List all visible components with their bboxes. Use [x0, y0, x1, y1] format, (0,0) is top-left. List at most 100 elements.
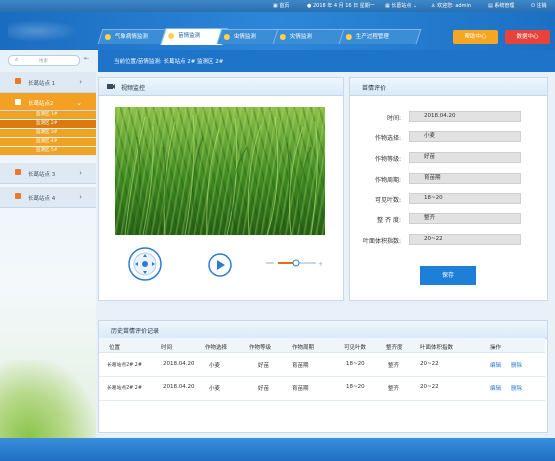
house-icon [15, 78, 21, 84]
sidebar-item-site-3[interactable]: 长葛站点 3 › [0, 163, 96, 184]
cell-crop: 小麦 [209, 386, 221, 392]
sidebar-item-site-1[interactable]: 长葛站点 1 › [0, 72, 96, 93]
column-header-actions: 操作 [490, 345, 502, 351]
lai-label: 叶面体积指数: [362, 238, 401, 245]
footer-bar [0, 438, 555, 461]
video-panel-header: 视频监控 [99, 78, 343, 96]
time-field[interactable]: 2018.04.20 [409, 111, 521, 122]
help-center-button[interactable]: 帮助中心 [453, 30, 498, 44]
column-header-grade: 作物等级 [249, 345, 272, 351]
zoom-slider[interactable]: + [266, 258, 322, 268]
column-header-crop: 作物选择 [205, 345, 228, 351]
home-label: 首页 [279, 3, 290, 9]
top-status-bar: ▣ 首页 ● 2018 年 4 月 16 日 星期一 ▦ 长葛站点 ⌄ ♙ 欢迎… [0, 0, 555, 12]
history-panel-header: 历史苗情评价记录 [99, 321, 547, 339]
leaves-field[interactable]: 18~20 [409, 193, 521, 204]
tab-insect-icon [223, 34, 230, 40]
sidebar-subitem[interactable]: 监测区 3# [0, 129, 96, 137]
column-header-period: 作物周期 [292, 345, 315, 351]
camera-icon [107, 84, 115, 89]
period-select[interactable]: 育苗期 [409, 173, 521, 184]
tab-disaster-label: 灾情监测 [289, 34, 312, 40]
crop-select[interactable]: 小麦 [409, 131, 521, 142]
house-icon [15, 169, 21, 175]
sidebar-item-label: 长葛站点 4 [28, 196, 56, 202]
sidebar-subitem[interactable]: 监测区 5# [0, 147, 96, 155]
column-header-lai: 叶面体积指数 [420, 345, 454, 351]
chevron-down-icon: ⌄ [76, 99, 82, 107]
grade-select[interactable]: 好苗 [409, 152, 521, 163]
edit-link[interactable]: 编辑 [490, 384, 501, 392]
sidebar-item-site-4[interactable]: 长葛站点 4 › [0, 187, 96, 208]
evenness-label: 整 齐 度: [377, 217, 401, 224]
tab-production[interactable]: 生产过程管理 [338, 29, 422, 44]
leaves-label: 可见叶数: [374, 197, 401, 204]
column-header-time: 时间 [161, 345, 173, 351]
sidebar-item-label: 长葛站点2 [28, 101, 54, 107]
evenness-select[interactable]: 整齐 [409, 213, 521, 224]
house-icon [15, 193, 21, 199]
tab-disaster[interactable]: 灾情监测 [272, 29, 350, 44]
sidebar-grass-decoration [0, 360, 96, 438]
station-select[interactable]: ▦ 长葛站点 ⌄ [385, 2, 417, 9]
date-label: 2018 年 4 月 16 日 星期一 [312, 3, 375, 9]
save-button[interactable]: 保存 [420, 266, 476, 285]
sidebar-subitem[interactable]: 监测区 1# [0, 111, 96, 119]
grade-label: 作物等级: [374, 156, 401, 163]
column-header-evenness: 整齐度 [386, 345, 403, 351]
video-panel-title: 视频监控 [121, 85, 146, 92]
video-feed[interactable] [115, 107, 325, 235]
history-panel-title: 历史苗情评价记录 [111, 328, 160, 335]
logout-label: 注销 [536, 3, 547, 9]
column-header-leaves: 可见叶数 [344, 345, 367, 351]
sidebar-collapse-icon[interactable]: ⇤ [84, 55, 89, 62]
cell-crop: 小麦 [209, 363, 221, 369]
user-info: ♙ 欢迎您: admin [431, 3, 472, 9]
chevron-right-icon: › [79, 169, 82, 177]
breadcrumb: 当前位置/苗情监测: 长葛站点 2# 监测区 2# [114, 59, 224, 65]
search-input[interactable]: ⌕ 搜索 [8, 55, 80, 66]
search-placeholder: 搜索 [39, 58, 48, 64]
sidebar-subitem[interactable]: 监测区 2# [0, 120, 96, 128]
chevron-right-icon: › [79, 78, 82, 86]
station-label: 长葛站点 [391, 3, 412, 9]
sidebar-item-label: 长葛站点 3 [28, 172, 56, 178]
cell-evenness: 整齐 [388, 386, 400, 392]
cell-time: 2018.04.20 [163, 361, 195, 367]
cell-time: 2018.04.20 [163, 384, 195, 390]
delete-link[interactable]: 删除 [511, 384, 522, 392]
sys-manage-link[interactable]: ▤ 系统管理 [488, 2, 514, 9]
welcome-label: 欢迎您: admin [437, 3, 472, 9]
cell-leaves: 18~20 [346, 384, 365, 390]
tab-seedling-icon [168, 33, 175, 39]
date-text: ● 2018 年 4 月 16 日 星期一 [307, 3, 375, 9]
cell-grade: 好苗 [258, 363, 270, 369]
lai-field[interactable]: 20~22 [409, 234, 521, 245]
delete-link[interactable]: 删除 [511, 361, 522, 369]
play-button[interactable] [208, 253, 232, 277]
cell-period: 育苗期 [292, 386, 309, 392]
sidebar-item-site-2[interactable]: 长葛站点2 ⌄ [0, 93, 96, 111]
edit-link[interactable]: 编辑 [490, 361, 501, 369]
crop-label: 作物选择: [374, 135, 401, 142]
tab-seedling-label: 苗情监测 [178, 33, 201, 39]
column-header-location: 位置 [109, 345, 121, 351]
data-center-button[interactable]: 数据中心 [505, 30, 550, 44]
logo [8, 20, 78, 42]
ptz-direction-control[interactable] [126, 246, 164, 282]
sidebar-item-label: 长葛站点 1 [28, 81, 56, 87]
cell-leaves: 18~20 [346, 361, 365, 367]
home-link[interactable]: ▣ 首页 [273, 2, 289, 9]
tab-insect-label: 虫情监测 [233, 34, 256, 40]
sidebar-subitem[interactable]: 监测区 4# [0, 138, 96, 146]
breadcrumb-bar: 当前位置/苗情监测: 长葛站点 2# 监测区 2# [98, 50, 555, 72]
svg-text:+: + [318, 260, 322, 268]
chevron-right-icon: › [79, 193, 82, 201]
search-icon: ⌕ [15, 56, 19, 63]
time-label: 时间: [386, 115, 401, 122]
logout-link[interactable]: ⏻ 注销 [531, 2, 547, 9]
period-label: 作物周期: [374, 177, 401, 184]
house-icon [15, 99, 21, 105]
tab-weather-label: 气象病情监测 [114, 34, 148, 40]
tab-weather-icon [104, 34, 111, 40]
